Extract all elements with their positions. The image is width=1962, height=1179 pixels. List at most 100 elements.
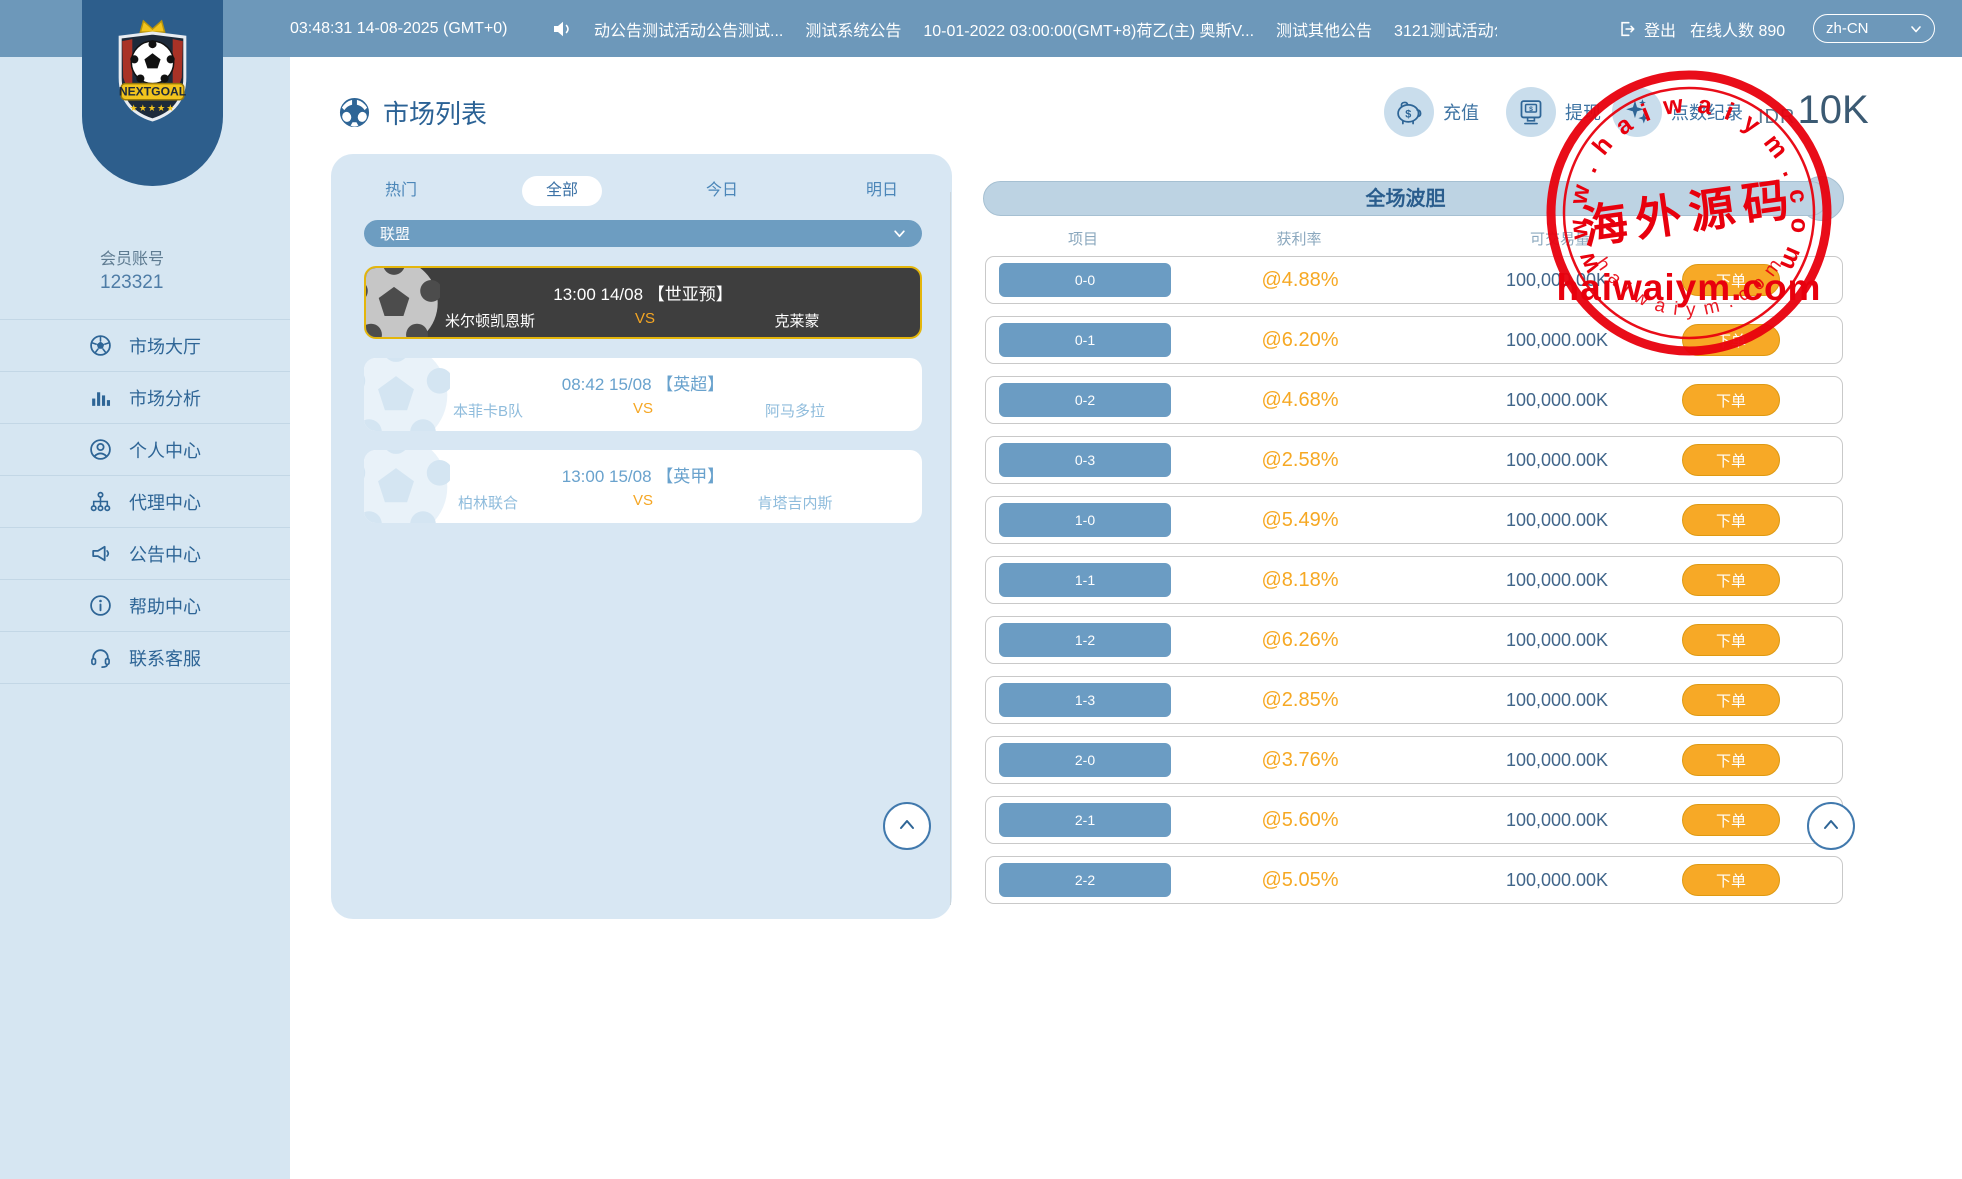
score-pill: 0-3 xyxy=(999,443,1171,477)
sidebar-item-customer-service[interactable]: 联系客服 xyxy=(0,631,290,684)
odds-value: @6.26% xyxy=(1240,617,1360,663)
balance-currency: IDR xyxy=(1758,106,1795,129)
match-card[interactable]: 13:00 14/08 【世亚预】米尔顿凯恩斯VS克莱蒙 xyxy=(364,266,922,339)
place-order-button[interactable]: 下单 xyxy=(1682,384,1780,416)
odds-value: @5.60% xyxy=(1240,797,1360,843)
match-scroll-top-button[interactable] xyxy=(883,802,931,850)
brand-logo-tab[interactable]: NEXTGOAL ★★★★★ xyxy=(82,0,223,186)
brand-name: NEXTGOAL xyxy=(119,85,187,99)
score-pill: 1-3 xyxy=(999,683,1171,717)
bet-row: 2-2 @5.05% 100,000.00K 下单 xyxy=(985,856,1843,904)
server-time: 03:48:31 14-08-2025 (GMT+0) xyxy=(290,0,507,57)
place-order-button[interactable]: 下单 xyxy=(1682,684,1780,716)
bet-row: 0-2@4.68%100,000.00K下单 xyxy=(985,376,1843,424)
announcement-item: 动公告测试活动公告测试... xyxy=(594,17,783,41)
online-count: 在线人数 890 xyxy=(1690,0,1785,57)
board-title: 全场波胆 xyxy=(983,181,1828,216)
odds-value: @6.20% xyxy=(1240,317,1360,363)
sidebar-item-label: 代理中心 xyxy=(129,489,201,515)
account-label: 会员账号 xyxy=(100,245,164,269)
announcement-item: 测试系统公告 xyxy=(805,17,901,41)
place-order-button[interactable]: 下单 xyxy=(1682,864,1780,896)
away-team: 克莱蒙 xyxy=(697,310,897,331)
odds-value: @2.58% xyxy=(1240,437,1360,483)
odds-value: @5.05% xyxy=(1240,857,1360,903)
sidebar-item-help-center[interactable]: 帮助中心 xyxy=(0,579,290,631)
logout-button[interactable]: 登出 xyxy=(1618,0,1676,57)
column-header-rate: 获利率 xyxy=(1239,228,1359,249)
place-order-button[interactable]: 下单 xyxy=(1682,624,1780,656)
bet-row: 2-1 @5.60% 100,000.00K 下单 xyxy=(985,796,1843,844)
soccer-ball-icon xyxy=(338,96,371,129)
tab-tomorrow[interactable]: 明日 xyxy=(822,176,942,206)
bet-row: 2-0@3.76%100,000.00K下单 xyxy=(985,736,1843,784)
score-pill: 2-2 xyxy=(999,863,1171,897)
chevron-up-icon xyxy=(1819,814,1843,838)
points-record-button[interactable]: 点数纪录 xyxy=(1612,87,1743,137)
place-order-button[interactable]: 下单 xyxy=(1682,744,1780,776)
panel-divider xyxy=(950,192,951,905)
tradeable-amount: 100,000.00K xyxy=(1477,797,1637,843)
score-pill: 0-2 xyxy=(999,383,1171,417)
withdraw-label: 提现 xyxy=(1565,99,1601,125)
tab-hot[interactable]: 热门 xyxy=(341,176,461,206)
place-order-button[interactable]: 下单 xyxy=(1682,324,1780,356)
sidebar-item-market-analysis[interactable]: 市场分析 xyxy=(0,371,290,423)
bet-row: 1-3@2.85%100,000.00K下单 xyxy=(985,676,1843,724)
chevron-up-icon xyxy=(895,814,919,838)
headset-icon xyxy=(89,646,112,669)
language-select[interactable]: zh-CN xyxy=(1813,14,1935,43)
score-pill: 2-0 xyxy=(999,743,1171,777)
sidebar-item-label: 市场大厅 xyxy=(129,333,201,359)
odds-value: @2.85% xyxy=(1240,677,1360,723)
score-pill: 2-1 xyxy=(999,803,1171,837)
sidebar-item-market-hall[interactable]: 市场大厅 xyxy=(0,319,290,371)
match-card[interactable]: 13:00 15/08 【英甲】柏林联合VS肯塔吉内斯 xyxy=(364,450,922,523)
home-team: 本菲卡B队 xyxy=(388,400,588,421)
tab-all[interactable]: 全部 xyxy=(522,176,602,206)
tradeable-amount: 100,000.00K xyxy=(1477,317,1637,363)
tradeable-amount: 100,000.00K xyxy=(1477,737,1637,783)
place-order-button[interactable]: 下单 xyxy=(1682,804,1780,836)
board-scroll-top-button[interactable] xyxy=(1807,802,1855,850)
place-order-button[interactable]: 下单 xyxy=(1682,444,1780,476)
tab-today[interactable]: 今日 xyxy=(662,176,782,206)
brand-logo: NEXTGOAL ★★★★★ xyxy=(102,16,203,134)
place-order-button[interactable]: 下单 xyxy=(1682,264,1780,296)
place-order-button[interactable]: 下单 xyxy=(1682,504,1780,536)
league-filter-dropdown[interactable]: 联盟 xyxy=(364,220,922,247)
page-title: 市场列表 xyxy=(338,94,487,131)
score-pill: 1-1 xyxy=(999,563,1171,597)
match-time-league: 13:00 14/08 【世亚预】 xyxy=(366,280,920,305)
sidebar-item-agent-center[interactable]: 代理中心 xyxy=(0,475,290,527)
logout-label: 登出 xyxy=(1644,17,1676,41)
soccer-ball-icon xyxy=(89,334,112,357)
sidebar-item-label: 市场分析 xyxy=(129,385,201,411)
match-panel: 热门 全部 今日 明日 联盟 13:00 14/08 【世亚预】米尔顿凯恩斯VS克莱蒙… xyxy=(331,154,952,919)
announcement-item: 10-01-2022 03:00:00(GMT+8)荷乙(主) 奥斯V... xyxy=(923,17,1254,41)
score-pill: 0-0 xyxy=(999,263,1171,297)
odds-value: @4.88% xyxy=(1240,257,1360,303)
svg-text:★★★★★: ★★★★★ xyxy=(130,103,176,113)
speaker-icon xyxy=(552,19,572,39)
bar-chart-icon xyxy=(89,386,112,409)
tradeable-amount: 100,000.00K xyxy=(1477,257,1637,303)
tradeable-amount: 100,000.00K xyxy=(1477,857,1637,903)
column-header-item: 项目 xyxy=(1023,228,1143,249)
withdraw-button[interactable]: $ 提现 xyxy=(1506,87,1601,137)
bet-row: 1-1@8.18%100,000.00K下单 xyxy=(985,556,1843,604)
sidebar-item-label: 公告中心 xyxy=(129,541,201,567)
place-order-button[interactable]: 下单 xyxy=(1682,564,1780,596)
tradeable-amount: 100,000.00K xyxy=(1477,377,1637,423)
score-pill: 1-2 xyxy=(999,623,1171,657)
sidebar-item-personal-center[interactable]: 个人中心 xyxy=(0,423,290,475)
sidebar-item-announcement-center[interactable]: 公告中心 xyxy=(0,527,290,579)
app-screen: 03:48:31 14-08-2025 (GMT+0) 动公告测试活动公告测试.… xyxy=(0,0,1962,1179)
score-pill: 1-0 xyxy=(999,503,1171,537)
megaphone-icon xyxy=(89,542,112,565)
match-card[interactable]: 08:42 15/08 【英超】本菲卡B队VS阿马多拉 xyxy=(364,358,922,431)
deposit-button[interactable]: $ 充值 xyxy=(1384,87,1479,137)
chevron-down-icon xyxy=(893,227,906,240)
chevron-down-icon xyxy=(1910,23,1922,35)
balance-amount: 10K xyxy=(1797,88,1868,133)
